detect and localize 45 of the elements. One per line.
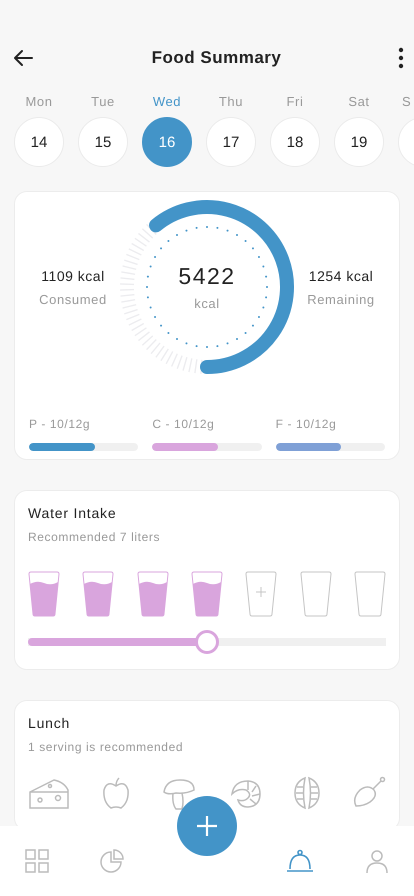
remaining-value: 1254 kcal: [308, 268, 374, 284]
profile-icon[interactable]: [364, 849, 389, 873]
page-title: Food Summary: [152, 48, 282, 68]
consumed-value: 1109 kcal: [41, 268, 105, 284]
date-button[interactable]: 15: [78, 117, 128, 167]
weekday-label: Mon: [25, 94, 53, 109]
grid-icon[interactable]: [25, 849, 50, 873]
full-glass-icon[interactable]: [190, 571, 223, 617]
calorie-unit: kcal: [194, 296, 220, 311]
empty-glass-icon[interactable]: [300, 571, 332, 617]
full-glass-icon[interactable]: [136, 571, 169, 617]
drumstick-icon[interactable]: [352, 776, 386, 810]
plus-icon: [196, 815, 218, 837]
weekday-label: Wed: [152, 94, 182, 109]
card-title: Lunch: [28, 715, 72, 731]
full-glass-icon[interactable]: [28, 571, 60, 617]
pie-chart-icon[interactable]: [100, 849, 124, 873]
remaining-label: Remaining: [307, 292, 375, 306]
slider-thumb[interactable]: [195, 630, 219, 654]
weekday-label: Tue: [91, 94, 115, 109]
weekday-label: Fri: [286, 94, 304, 109]
date-button[interactable]: 14: [14, 117, 64, 167]
cheese-icon[interactable]: [28, 778, 70, 810]
date-button[interactable]: 18: [270, 117, 320, 167]
weekday-label: Thu: [218, 94, 244, 109]
date-button[interactable]: 17: [206, 117, 256, 167]
macro-label: C - 10/12g: [152, 417, 216, 431]
full-glass-icon[interactable]: [82, 571, 114, 617]
macro-label: P - 10/12g: [29, 417, 92, 431]
card-title: Water Intake: [28, 505, 118, 521]
macro-label: F - 10/12g: [276, 417, 338, 431]
nut-icon[interactable]: [292, 776, 321, 810]
consumed-label: Consumed: [39, 292, 107, 306]
more-options-icon[interactable]: [398, 47, 404, 69]
total-calories: 5422: [178, 263, 236, 290]
cloche-icon[interactable]: [286, 849, 314, 873]
empty-glass-icon[interactable]: [354, 571, 386, 617]
add-glass-icon[interactable]: [245, 571, 278, 617]
weekday-label: Sat: [348, 94, 370, 109]
card-subtitle: Recommended 7 liters: [28, 530, 162, 544]
weekday-label: S: [402, 94, 412, 109]
date-button[interactable]: 19: [334, 117, 384, 167]
apple-icon[interactable]: [101, 776, 132, 810]
mushroom-icon[interactable]: [162, 778, 196, 810]
card-subtitle: 1 serving is recommended: [28, 740, 184, 754]
